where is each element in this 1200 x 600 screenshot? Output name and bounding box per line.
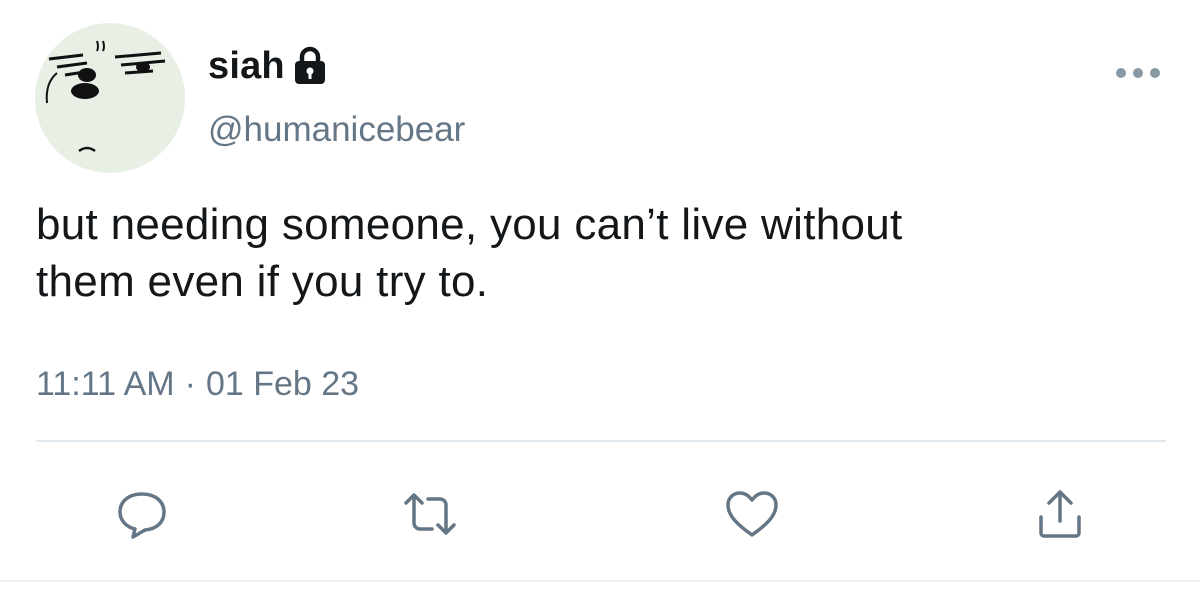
user-handle[interactable]: @humanicebear bbox=[208, 108, 465, 152]
tweet-text-line: but needing someone, you can’t live with… bbox=[36, 200, 903, 249]
bottom-divider bbox=[0, 580, 1200, 582]
more-dots-icon[interactable] bbox=[1115, 60, 1161, 86]
name-row: siah bbox=[208, 44, 327, 88]
retweet-icon bbox=[404, 493, 456, 535]
reply-button[interactable] bbox=[112, 484, 172, 544]
share-icon bbox=[1039, 490, 1081, 538]
tweet-card: siah @humanicebear but needing someone, … bbox=[0, 0, 1200, 600]
reply-icon bbox=[118, 492, 166, 539]
like-button[interactable] bbox=[722, 484, 782, 544]
divider bbox=[36, 440, 1166, 442]
heart-icon bbox=[726, 491, 778, 537]
lock-icon bbox=[293, 46, 327, 86]
display-name[interactable]: siah bbox=[208, 44, 285, 88]
avatar[interactable] bbox=[35, 23, 185, 173]
timestamp-separator: · bbox=[184, 365, 196, 403]
retweet-button[interactable] bbox=[400, 484, 460, 544]
tweet-time: 11:11 AM bbox=[36, 365, 175, 403]
tweet-text-line: them even if you try to. bbox=[36, 257, 489, 306]
timestamp[interactable]: 11:11 AM · 01 Feb 23 bbox=[36, 362, 359, 406]
tweet-text: but needing someone, you can’t live with… bbox=[36, 196, 1166, 310]
share-button[interactable] bbox=[1030, 484, 1090, 544]
avatar-face-icon bbox=[35, 23, 185, 173]
tweet-date: 01 Feb 23 bbox=[205, 365, 360, 403]
